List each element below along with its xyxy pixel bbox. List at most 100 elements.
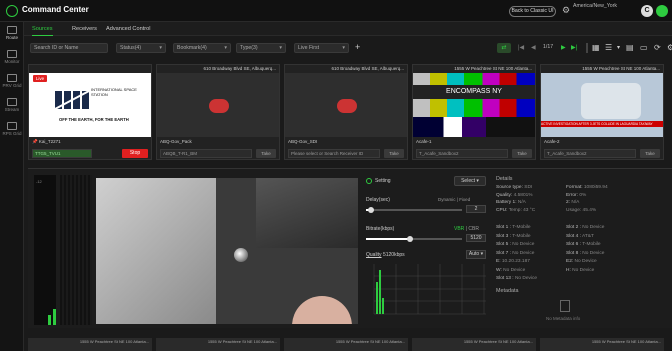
avatar[interactable]: C xyxy=(641,5,653,17)
metadata-empty: No Metadata info xyxy=(546,316,581,321)
chevron-down-icon: ▾ xyxy=(342,45,345,51)
timezone-display[interactable]: America/New_York xyxy=(573,3,617,9)
take-button[interactable]: Take xyxy=(640,149,660,158)
add-icon[interactable]: + xyxy=(355,43,360,52)
detail-cpu: CPU: Temp: 43 °C xyxy=(496,207,536,213)
tile-video[interactable]: ENCOMPASS NY xyxy=(413,73,535,137)
route-icon xyxy=(7,26,17,34)
bookmark-filter[interactable]: Bookmark(4) ▾ xyxy=(173,43,231,53)
detail-source-type: Source type: SDI xyxy=(496,185,533,190)
next-page-icon[interactable]: ▶ xyxy=(561,44,566,51)
nav-item-route[interactable]: Route xyxy=(0,26,24,40)
app-title: Command Center xyxy=(22,5,89,14)
slots-right: Slot 2 : No Device Slot 4 : AT&T Slot 6 … xyxy=(566,224,666,275)
source-tile[interactable]: 1555 W Peachtree St NE 100 Atlanta... xyxy=(412,338,536,351)
encompass-overlay: ENCOMPASS NY xyxy=(413,85,535,99)
nav-item-prv-grid[interactable]: PRV Grid xyxy=(0,74,24,88)
document-icon xyxy=(560,300,570,312)
iss-module-left xyxy=(96,178,216,324)
tile-video[interactable] xyxy=(285,73,407,137)
nav-item-stream[interactable]: Stream xyxy=(0,98,24,112)
source-tile[interactable]: 1555 W Peachtree St NE 100 Atlanta... xyxy=(284,338,408,351)
source-tile[interactable]: 1555 W Peachtree St NE 100 Atlanta... xyxy=(156,338,280,351)
select-dropdown[interactable]: Select ▾ xyxy=(454,176,486,186)
setting-radio-icon[interactable] xyxy=(366,178,372,184)
chevron-down-icon: ▾ xyxy=(159,45,162,51)
gear-icon[interactable]: ⚙ xyxy=(562,5,572,15)
delay-slider[interactable] xyxy=(366,207,462,213)
settings-icon[interactable]: ⚙ xyxy=(667,43,672,53)
source-tile[interactable]: 610 Broadway Blvd SE, Albuquerq... ABQ-G… xyxy=(284,64,408,160)
view-dropdown-icon[interactable]: ▾ xyxy=(617,44,620,51)
audio-level-bar xyxy=(48,315,51,325)
nav-item-monitor[interactable]: Monitor xyxy=(0,50,24,64)
status-filter[interactable]: Status(4) ▾ xyxy=(116,43,166,53)
tile-name: ABQ-Gov_SDI xyxy=(288,139,318,144)
layout-icon[interactable]: ▤ xyxy=(626,43,634,53)
news-ticker: ACTIVE INVESTIGATION AFTER 3 JETS COLLID… xyxy=(541,121,663,127)
iss-title: INTERNATIONAL SPACE STATION xyxy=(91,87,137,97)
refresh-icon[interactable]: ⟳ xyxy=(654,43,661,53)
bitrate-knob[interactable] xyxy=(407,236,413,242)
grid-view-icon[interactable]: ▦ xyxy=(592,43,600,53)
search-input[interactable]: Search ID or Name xyxy=(30,43,108,53)
main-video-preview[interactable] xyxy=(96,178,358,324)
tile-name: ABQ-Gov_Pack xyxy=(160,139,192,144)
bitrate-slider[interactable] xyxy=(366,236,462,242)
prev-page-icon[interactable]: ◀ xyxy=(531,44,536,51)
bitrate-value-input[interactable]: 5120 xyxy=(466,234,486,242)
detail-format: Format: 1080i59.94 xyxy=(566,185,608,190)
receiver-select[interactable]: TTG5_TVU1 xyxy=(32,149,92,158)
receiver-select[interactable]: T_Acafe_Sandbox2 xyxy=(416,149,508,158)
tab-receivers[interactable]: Receivers xyxy=(72,22,97,36)
detail-quality: Quality: 4.5801% xyxy=(496,192,533,198)
receiver-select[interactable]: T_Acafe_Sandbox2 xyxy=(544,149,636,158)
status-dot-icon[interactable] xyxy=(656,5,668,17)
source-tile[interactable]: 1555 W Peachtree St NE 100 Atlanta... xyxy=(28,338,152,351)
details-right: Format: 1080i59.94 Error: 0% 2: N/A Usag… xyxy=(566,184,666,214)
stop-button[interactable]: Stop xyxy=(122,149,148,158)
receiver-select[interactable]: Please select or Search Receiver ID xyxy=(288,149,380,158)
nav-item-rps-grid[interactable]: RPS Grid xyxy=(0,122,24,136)
chevron-down-icon: ▾ xyxy=(480,251,484,257)
tile-name: Acafe-2 xyxy=(544,139,560,144)
pin-icon[interactable]: 📌 xyxy=(32,139,39,144)
delay-knob[interactable] xyxy=(368,207,374,213)
tile-name: 📌 Kai_T2271 xyxy=(32,139,61,144)
source-tile[interactable]: 1555 W Peachtree St NE 100 Atlanta... EN… xyxy=(412,64,536,160)
first-page-icon[interactable]: |◀ xyxy=(518,44,524,51)
source-tile[interactable]: 610 Broadway Blvd SE, Albuquerq... ABQ-G… xyxy=(156,64,280,160)
last-page-icon[interactable]: ▶| xyxy=(571,44,577,51)
vbr-cbr-toggle[interactable]: VBR | CBR xyxy=(454,226,479,232)
list-view-icon[interactable]: ☰ xyxy=(605,43,612,53)
sort-select[interactable]: Live First ▾ xyxy=(294,43,349,53)
source-tile[interactable]: 1555 W Peachtree St NE 100 Atlanta... AC… xyxy=(540,64,664,160)
tab-advanced-control[interactable]: Advanced Control xyxy=(106,22,150,36)
type-filter[interactable]: Type(3) ▾ xyxy=(236,43,286,53)
map-shape xyxy=(581,83,641,119)
camera-off-icon xyxy=(337,99,357,113)
back-to-classic-button[interactable]: Back to Classic UI xyxy=(509,6,556,17)
tile-video[interactable] xyxy=(157,73,279,137)
tile-video[interactable]: Live INTERNATIONAL SPACE STATION OFF THE… xyxy=(29,73,151,137)
delay-label: Delay(sec) xyxy=(366,197,390,203)
chevron-down-icon: ▾ xyxy=(224,45,227,51)
astronaut-head xyxy=(292,296,352,324)
delay-value-input[interactable]: 2 xyxy=(466,205,486,213)
divider xyxy=(586,43,588,53)
dynamic-label[interactable]: Dynamic | Fixed xyxy=(438,197,470,202)
take-button[interactable]: Take xyxy=(256,149,276,158)
take-button[interactable]: Take xyxy=(384,149,404,158)
quality-graph xyxy=(373,264,486,315)
take-button[interactable]: Take xyxy=(512,149,532,158)
receiver-select[interactable]: ABQB_T-R1_BM xyxy=(160,149,252,158)
monitor-view-icon[interactable]: ▭ xyxy=(640,43,648,53)
tab-sources[interactable]: Sources xyxy=(32,22,53,36)
tile-video[interactable]: ACTIVE INVESTIGATION AFTER 3 JETS COLLID… xyxy=(541,73,663,137)
source-tile[interactable]: Live INTERNATIONAL SPACE STATION OFF THE… xyxy=(28,64,152,160)
source-tile[interactable]: 1555 W Peachtree St NE 100 Atlanta... xyxy=(540,338,664,351)
quality-auto-dropdown[interactable]: Auto ▾ xyxy=(466,250,486,259)
iss-logo-icon xyxy=(55,90,89,110)
toggle-view-icon[interactable]: ⇄ xyxy=(497,43,511,53)
detail-battery-2: 2: N/A xyxy=(566,200,580,205)
